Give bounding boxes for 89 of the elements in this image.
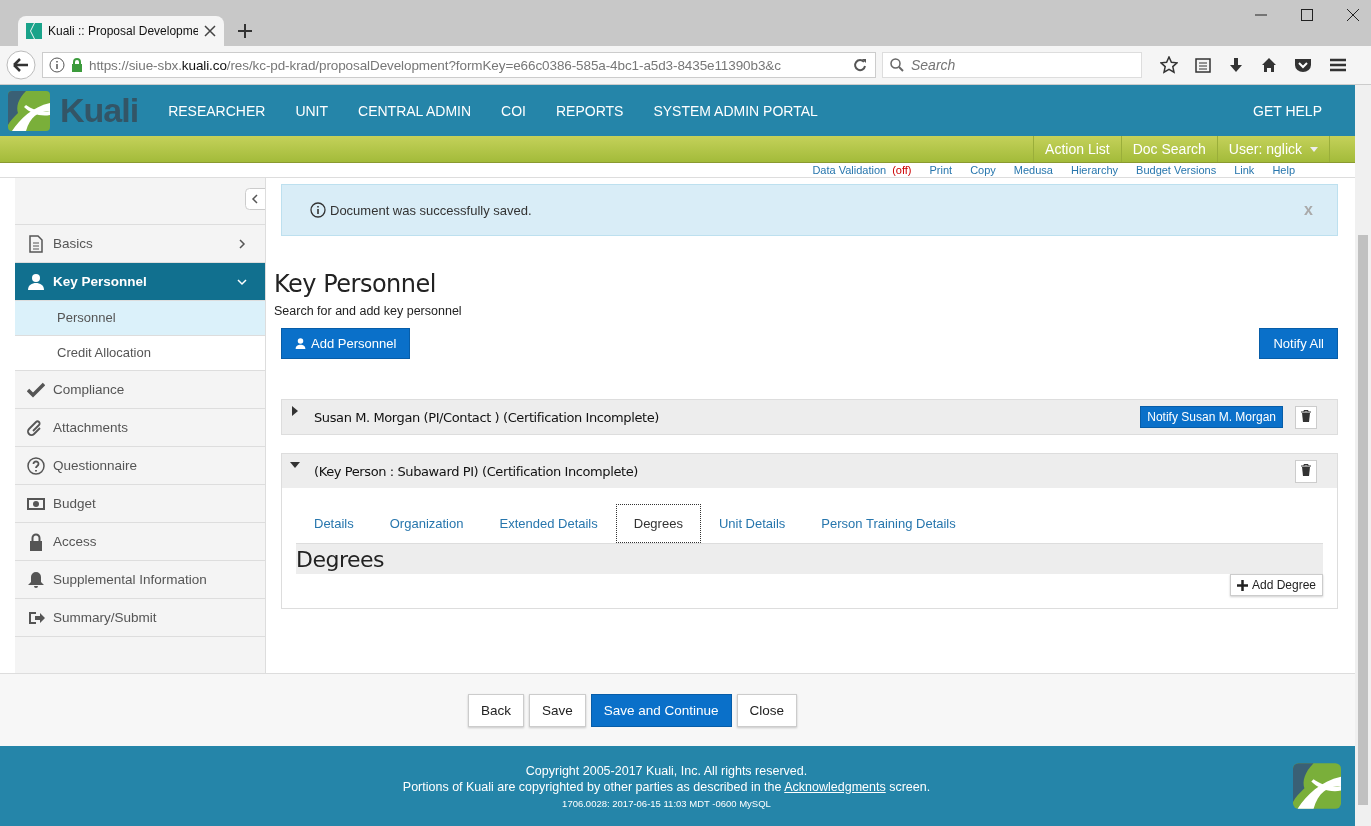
add-degree-button[interactable]: Add Degree [1229, 574, 1323, 596]
version-text: 1706.0028: 2017-06-15 11:03 MDT -0600 MySQL [561, 797, 772, 809]
section-tab[interactable]: Extended Details [481, 504, 616, 543]
logo-text: Kuali [60, 91, 139, 130]
bell-icon [27, 570, 45, 589]
footer-button[interactable]: Save [528, 693, 586, 727]
back-icon[interactable] [6, 50, 36, 80]
nav-link[interactable]: UNIT [295, 102, 329, 119]
info-icon [49, 57, 65, 73]
section-tab[interactable]: Degrees [615, 504, 701, 543]
footer-button[interactable]: Back [467, 693, 524, 727]
nav-link[interactable]: COI [501, 102, 526, 119]
delete-button[interactable] [1295, 459, 1317, 483]
add-personnel-button[interactable]: Add Personnel [281, 328, 411, 359]
lock-icon [27, 532, 45, 551]
toolbar-link[interactable]: Budget Versions [1136, 163, 1217, 177]
person-title: Susan M. Morgan (PI/Contact ) (Certification Incomplete) [314, 409, 660, 425]
acknowledgments-link[interactable]: Acknowledgments [784, 779, 886, 794]
kuali-tab-icon [26, 23, 42, 39]
section-tab[interactable]: Person Training Details [803, 504, 974, 543]
get-help-link[interactable]: GET HELP [1253, 102, 1322, 119]
footer-button[interactable]: Close [736, 693, 798, 727]
section-tab[interactable]: Organization [371, 504, 482, 543]
sidebar-subitem[interactable]: Credit Allocation [15, 336, 265, 371]
close-icon[interactable] [204, 25, 216, 37]
reading-list-icon[interactable] [1195, 57, 1211, 73]
nav-link[interactable]: RESEARCHER [168, 102, 266, 119]
portions-text: Portions of Kuali are copyrighted by other parties as described in the Acknowledgments screen. [401, 779, 932, 794]
lock-icon [71, 58, 83, 72]
toolbar-link[interactable]: Data Validation [812, 163, 887, 177]
page-title: Key Personnel [274, 270, 437, 298]
toolbar-link[interactable]: Copy [970, 163, 996, 177]
alert-message: Document was successfully saved. [330, 202, 533, 218]
search-field[interactable]: Search [882, 52, 1142, 78]
browser-tab[interactable]: Kuali :: Proposal Developme [18, 16, 224, 46]
sidebar-item[interactable]: Key Personnel [15, 263, 265, 301]
document-icon [27, 234, 45, 253]
reload-icon[interactable] [853, 58, 867, 72]
url-text: https://siue-sbx.kuali.co/res/kc-pd-krad/proposalDevelopment?formKey=e66c0386-585a-4bc1-a5d3-8435e11390b3&c [89, 57, 782, 73]
footer-button[interactable]: Save and Continue [590, 693, 732, 727]
new-tab-icon[interactable] [238, 24, 252, 38]
toolbar-link[interactable]: Help [1272, 163, 1295, 177]
nav-link[interactable]: SYSTEM ADMIN PORTAL [653, 102, 818, 119]
pocket-icon[interactable] [1294, 57, 1312, 73]
info-icon [310, 202, 326, 218]
person-icon [295, 338, 306, 349]
nav-link[interactable]: REPORTS [556, 102, 624, 119]
tab-title: Kuali :: Proposal Developme [48, 24, 198, 38]
caret-icon [1310, 146, 1318, 152]
notify-button[interactable]: Notify Susan M. Morgan [1140, 406, 1283, 428]
address-field[interactable]: https://siue-sbx.kuali.co/res/kc-pd-krad/proposalDevelopment?formKey=e66c0386-585a-4bc1-a5d3-8435e11390b3&c [42, 52, 876, 78]
nav-link[interactable]: CENTRAL ADMIN [358, 102, 472, 119]
person-icon [27, 272, 45, 291]
sidebar-item[interactable]: Budget [15, 485, 265, 523]
kuali-logo-icon [8, 90, 50, 131]
sidebar-item[interactable]: Supplemental Information [15, 561, 265, 599]
sidebar-item[interactable]: Attachments [15, 409, 265, 447]
sidebar-item[interactable]: Access [15, 523, 265, 561]
collapse-icon[interactable] [245, 188, 265, 210]
notify-all-button[interactable]: Notify All [1259, 328, 1338, 359]
sidebar-item[interactable]: Questionnaire [15, 447, 265, 485]
toolbar-link[interactable]: Link [1234, 163, 1255, 177]
sidebar-item[interactable]: Summary/Submit [15, 599, 265, 637]
star-icon[interactable] [1160, 56, 1178, 74]
section-tab[interactable]: Unit Details [700, 504, 804, 543]
trash-icon [1301, 463, 1311, 476]
section-tab[interactable]: Details [296, 504, 372, 543]
status-note: (off) [892, 163, 912, 177]
sidebar-subitem[interactable]: Personnel [15, 301, 265, 336]
maximize-icon[interactable] [1301, 9, 1313, 21]
trash-icon [1301, 409, 1311, 422]
home-icon[interactable] [1261, 57, 1277, 73]
sidebar-item[interactable]: Compliance [15, 371, 265, 409]
person-title: (Key Person : Subaward PI) (Certification Incomplete) [314, 463, 639, 479]
search-icon [890, 58, 904, 72]
question-icon [27, 456, 45, 475]
delete-button[interactable] [1295, 405, 1317, 429]
toolbar-link[interactable]: Hierarchy [1071, 163, 1119, 177]
menu-icon[interactable] [1329, 57, 1347, 73]
checkmark-icon [27, 380, 45, 399]
plus-icon [1236, 579, 1248, 591]
section-title: Degrees [296, 546, 386, 574]
kuali-logo-icon [1293, 762, 1341, 810]
page-subtitle: Search for and add key personnel [274, 304, 463, 318]
copyright-text: Copyright 2005-2017 Kuali, Inc. All rights reserved. [524, 763, 809, 778]
download-icon[interactable] [1228, 57, 1244, 73]
close-icon[interactable] [1347, 9, 1359, 21]
toolbar-link[interactable]: Medusa [1013, 163, 1053, 177]
toolbar-link[interactable]: Print [929, 163, 953, 177]
